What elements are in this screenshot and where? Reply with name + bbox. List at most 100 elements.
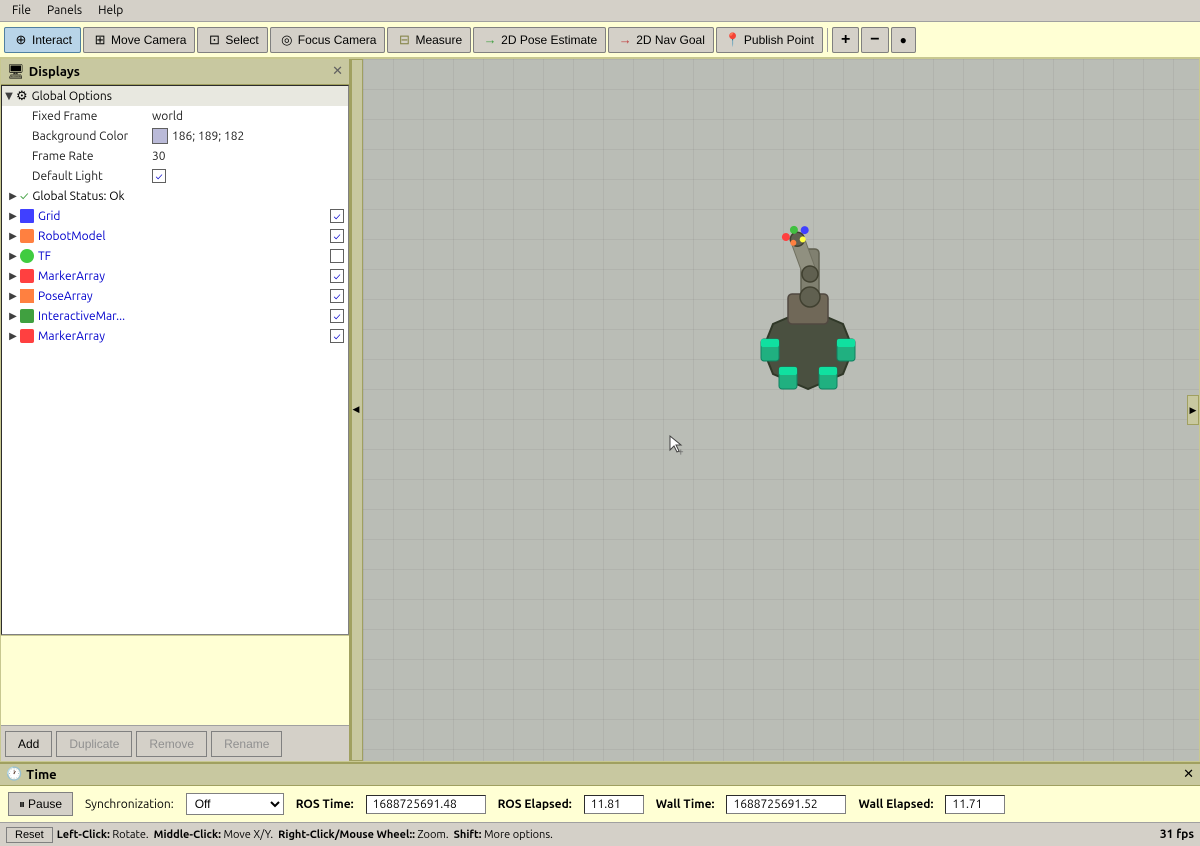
grid-checkbox[interactable]: [330, 209, 344, 223]
global-options-expand-icon[interactable]: ▼: [2, 90, 16, 102]
zoom-in-button[interactable]: +: [832, 27, 859, 53]
select-button[interactable]: ⊡ Select: [197, 27, 267, 53]
grid-label: Grid: [38, 210, 330, 223]
time-title: Time: [26, 768, 56, 782]
nav-goal-label: 2D Nav Goal: [636, 33, 705, 47]
pose-estimate-label: 2D Pose Estimate: [501, 33, 597, 47]
background-color-label: Background Color: [32, 130, 152, 143]
left-panel: 🖥 Displays ✕ ▼ ⚙ Global Options Fixed Fr…: [1, 59, 351, 761]
focus-camera-icon: ◎: [279, 32, 295, 48]
global-status-label: Global Status: Ok: [32, 190, 348, 203]
grid-expand-icon[interactable]: ▶: [6, 210, 20, 222]
marker-array-1-icon: [20, 269, 34, 283]
robot-model-expand-icon[interactable]: ▶: [6, 230, 20, 242]
background-color-value[interactable]: 186; 189; 182: [152, 128, 244, 144]
interactive-marker-item[interactable]: ▶ InteractiveMar...: [2, 306, 348, 326]
interactive-marker-checkbox[interactable]: [330, 309, 344, 323]
focus-camera-label: Focus Camera: [298, 33, 377, 47]
ros-time-label: ROS Time:: [296, 798, 354, 811]
wall-time-value: 1688725691.52: [726, 795, 846, 814]
fixed-frame-row: Fixed Frame world: [2, 106, 348, 126]
frame-rate-label: Frame Rate: [32, 150, 152, 163]
ros-elapsed-label: ROS Elapsed:: [498, 798, 572, 811]
time-content: ⏸ Pause Synchronization: Off Approximate…: [0, 786, 1200, 822]
sync-select[interactable]: Off Approximate Exact: [186, 793, 284, 815]
global-options-item[interactable]: ▼ ⚙ Global Options: [2, 86, 348, 106]
fixed-frame-value[interactable]: world: [152, 110, 183, 123]
menu-panels[interactable]: Panels: [39, 2, 90, 19]
publish-point-label: Publish Point: [744, 33, 814, 47]
reset-button[interactable]: Reset: [6, 827, 53, 843]
rename-button[interactable]: Rename: [211, 731, 282, 757]
add-button[interactable]: Add: [5, 731, 52, 757]
pause-button[interactable]: ⏸ Pause: [8, 792, 73, 816]
pose-array-expand-icon[interactable]: ▶: [6, 290, 20, 302]
tf-expand-icon[interactable]: ▶: [6, 250, 20, 262]
pose-array-label: PoseArray: [38, 290, 330, 303]
displays-title: Displays: [29, 65, 80, 79]
select-icon: ⊡: [206, 32, 222, 48]
ros-elapsed-value: 11.81: [584, 795, 644, 814]
tf-label: TF: [38, 250, 330, 263]
default-light-checkbox[interactable]: [152, 169, 166, 183]
marker-array-2-item[interactable]: ▶ MarkerArray: [2, 326, 348, 346]
default-light-value[interactable]: [152, 169, 170, 183]
wall-time-label: Wall Time:: [656, 798, 715, 811]
interact-icon: ⊕: [13, 32, 29, 48]
robot-model-checkbox[interactable]: [330, 229, 344, 243]
viewport[interactable]: + ▶: [363, 59, 1199, 761]
interact-button[interactable]: ⊕ Interact: [4, 27, 81, 53]
menu-file[interactable]: File: [4, 2, 39, 19]
zoom-out-button[interactable]: −: [861, 27, 888, 53]
pause-label: Pause: [28, 797, 62, 811]
statusbar: Reset Left-Click: Rotate. Middle-Click: …: [0, 822, 1200, 846]
global-status-expand-icon[interactable]: ▶: [6, 190, 20, 202]
extra-panel: [1, 635, 349, 725]
duplicate-button[interactable]: Duplicate: [56, 731, 132, 757]
tree-panel: ▼ ⚙ Global Options Fixed Frame world Bac…: [1, 85, 349, 635]
right-collapse-arrow[interactable]: ▶: [1187, 395, 1199, 425]
pose-array-item[interactable]: ▶ PoseArray: [2, 286, 348, 306]
marker-array-1-expand-icon[interactable]: ▶: [6, 270, 20, 282]
displays-icon: 🖥: [7, 63, 25, 80]
wall-elapsed-value: 11.71: [945, 795, 1005, 814]
tf-icon: [20, 249, 34, 263]
left-collapse-arrow[interactable]: ◀: [351, 59, 363, 761]
default-light-label: Default Light: [32, 170, 152, 183]
marker-array-1-item[interactable]: ▶ MarkerArray: [2, 266, 348, 286]
marker-array-2-label: MarkerArray: [38, 330, 330, 343]
marker-array-1-checkbox[interactable]: [330, 269, 344, 283]
fixed-frame-label: Fixed Frame: [32, 110, 152, 123]
menubar: File Panels Help: [0, 0, 1200, 22]
nav-goal-button[interactable]: → 2D Nav Goal: [608, 27, 714, 53]
tf-checkbox[interactable]: [330, 249, 344, 263]
menu-help[interactable]: Help: [90, 2, 131, 19]
focus-camera-button[interactable]: ◎ Focus Camera: [270, 27, 386, 53]
ros-time-value: 1688725691.48: [366, 795, 486, 814]
frame-rate-value[interactable]: 30: [152, 150, 166, 163]
marker-array-2-expand-icon[interactable]: ▶: [6, 330, 20, 342]
move-camera-label: Move Camera: [111, 33, 186, 47]
measure-button[interactable]: ⊟ Measure: [387, 27, 471, 53]
panel-buttons: Add Duplicate Remove Rename: [1, 725, 349, 761]
tf-item[interactable]: ▶ TF: [2, 246, 348, 266]
pose-estimate-button[interactable]: → 2D Pose Estimate: [473, 27, 606, 53]
remove-button[interactable]: Remove: [136, 731, 207, 757]
displays-panel-header: 🖥 Displays ✕: [1, 59, 349, 85]
robot-model-icon: [20, 229, 34, 243]
time-close-icon[interactable]: ✕: [1183, 767, 1194, 782]
interactive-marker-expand-icon[interactable]: ▶: [6, 310, 20, 322]
robot-model-item[interactable]: ▶ RobotModel: [2, 226, 348, 246]
time-panel: 🕐 Time ✕ ⏸ Pause Synchronization: Off Ap…: [0, 762, 1200, 822]
interact-label: Interact: [32, 33, 72, 47]
select-label: Select: [225, 33, 258, 47]
displays-close-icon[interactable]: ✕: [332, 64, 343, 79]
grid-item[interactable]: ▶ Grid: [2, 206, 348, 226]
sync-label: Synchronization:: [85, 798, 174, 811]
pose-array-checkbox[interactable]: [330, 289, 344, 303]
publish-point-button[interactable]: 📍 Publish Point: [716, 27, 823, 53]
global-status-item[interactable]: ▶ ✓ Global Status: Ok: [2, 186, 348, 206]
move-camera-button[interactable]: ⊞ Move Camera: [83, 27, 195, 53]
marker-array-2-checkbox[interactable]: [330, 329, 344, 343]
zoom-reset-button[interactable]: ●: [891, 27, 916, 53]
